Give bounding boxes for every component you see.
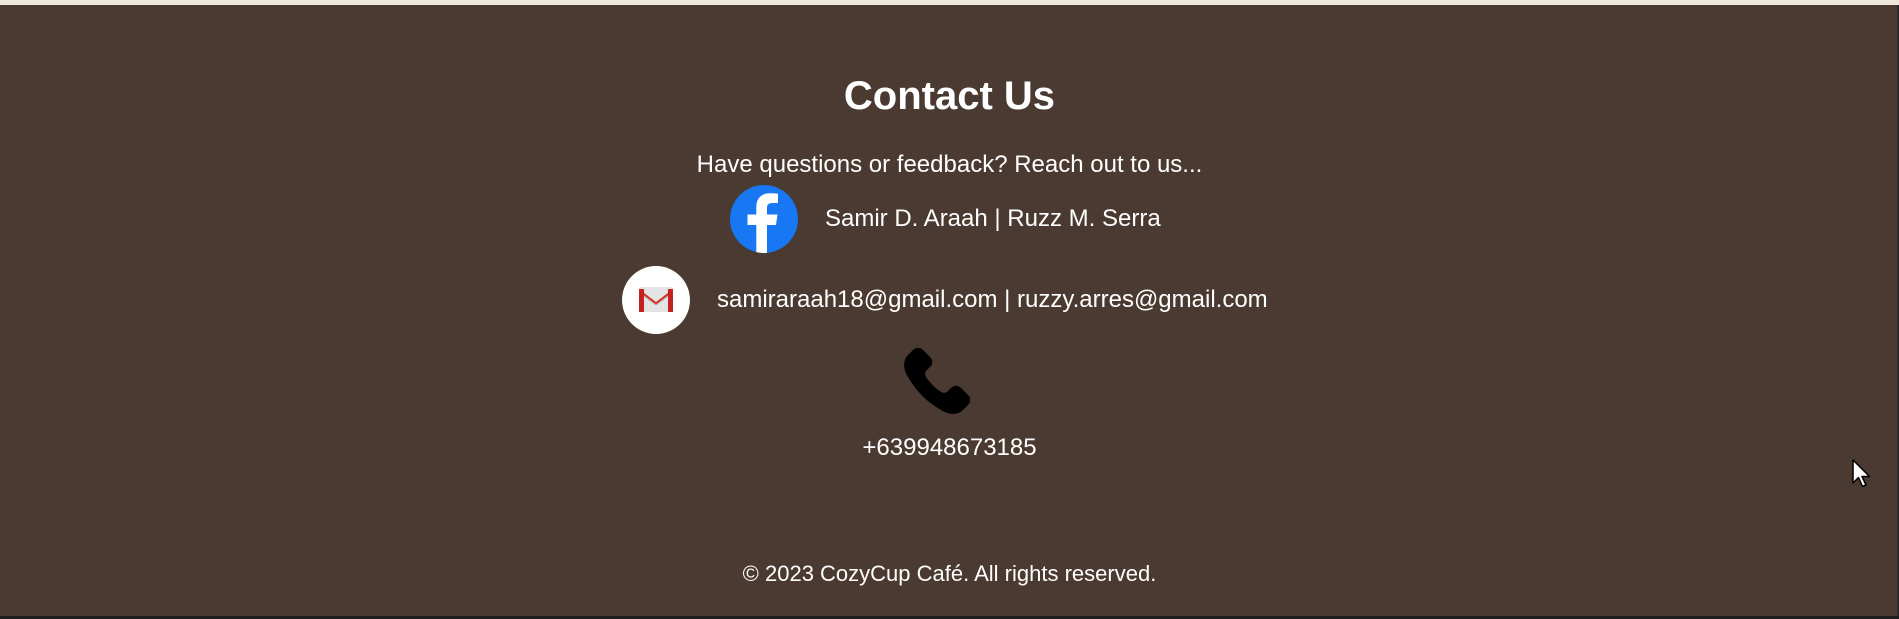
mouse-cursor-icon — [1852, 459, 1872, 489]
facebook-contact-row[interactable]: Samir D. Araah | Ruzz M. Serra — [730, 185, 1161, 253]
facebook-icon[interactable] — [730, 185, 798, 253]
email-addresses[interactable]: samiraraah18@gmail.com | ruzzy.arres@gma… — [717, 285, 1268, 315]
gmail-icon[interactable] — [622, 266, 690, 334]
contact-title: Contact Us — [843, 74, 1056, 118]
phone-number[interactable]: +639948673185 — [0, 433, 1899, 463]
facebook-names[interactable]: Samir D. Araah | Ruzz M. Serra — [825, 204, 1161, 234]
top-strip — [0, 0, 1899, 5]
phone-icon[interactable] — [902, 346, 972, 416]
contact-subtitle: Have questions or feedback? Reach out to… — [696, 151, 1203, 178]
copyright-text: © 2023 CozyCup Café. All rights reserved… — [742, 561, 1157, 586]
email-contact-row[interactable]: samiraraah18@gmail.com | ruzzy.arres@gma… — [622, 266, 1268, 334]
